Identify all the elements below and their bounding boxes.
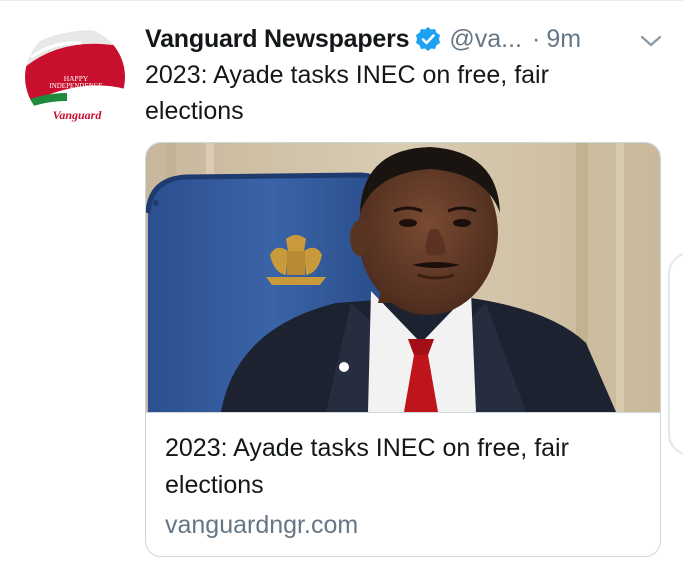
tweet[interactable]: HAPPY INDEPENDENCE DAY FROM Vanguard Van… [0, 0, 683, 581]
author-handle[interactable]: @va... [449, 21, 522, 57]
avatar-text-line3: DAY [67, 89, 86, 99]
edge-overlay [668, 252, 683, 456]
card-image[interactable] [146, 143, 660, 412]
author-display-name[interactable]: Vanguard Newspapers [145, 21, 410, 57]
tweet-timestamp[interactable]: 9m [546, 21, 581, 57]
tweet-text: 2023: Ayade tasks INEC on free, fair ele… [145, 61, 549, 125]
card-title[interactable]: 2023: Ayade tasks INEC on free, fair ele… [165, 430, 635, 504]
card-domain[interactable]: vanguardngr.com [165, 507, 358, 543]
chevron-down-icon[interactable] [639, 27, 663, 51]
avatar-text-line4: FROM [67, 101, 85, 107]
separator-dot: · [531, 25, 541, 53]
tweet-header: Vanguard Newspapers @va... · 9m [145, 21, 665, 57]
card-divider [146, 412, 660, 413]
author-avatar[interactable]: HAPPY INDEPENDENCE DAY FROM Vanguard [25, 27, 125, 127]
verified-badge-icon [415, 26, 441, 52]
link-preview-card[interactable]: 2023: Ayade tasks INEC on free, fair ele… [145, 142, 661, 557]
avatar-logo-text: Vanguard [53, 108, 103, 122]
